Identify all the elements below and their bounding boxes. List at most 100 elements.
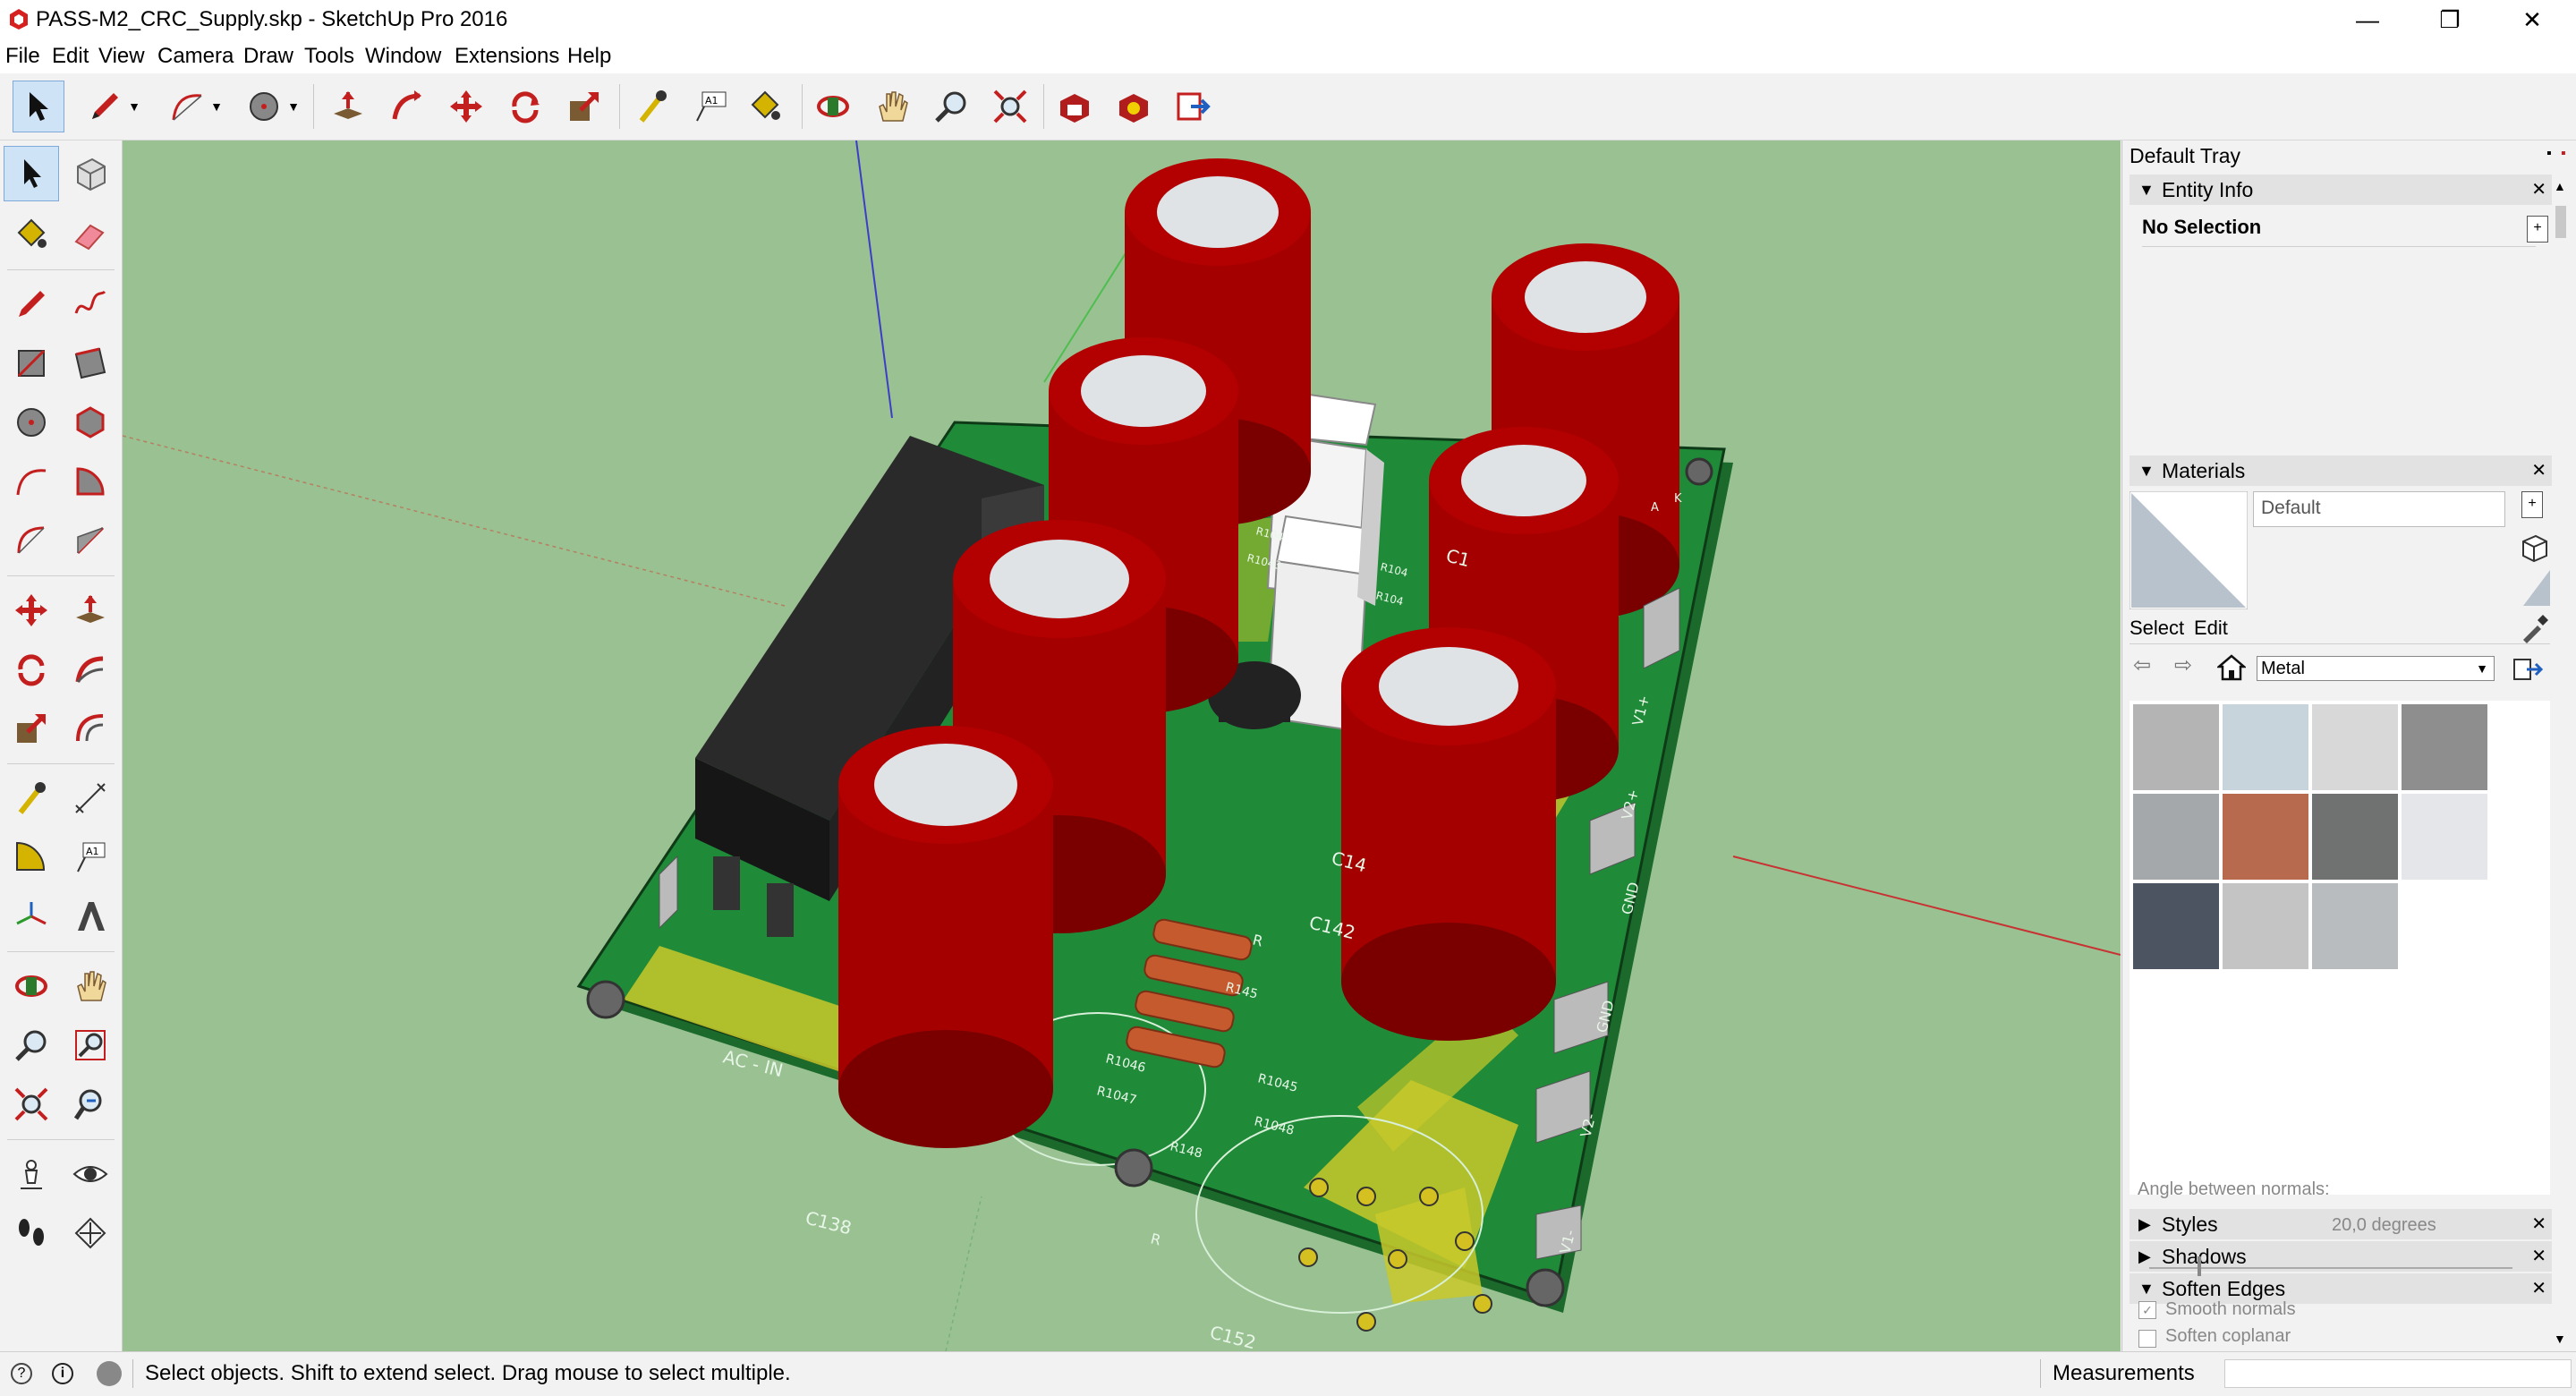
scale-tool-button[interactable] (4, 701, 59, 756)
freehand-tool-button[interactable] (63, 277, 118, 332)
orbit-tool-button[interactable] (807, 81, 859, 132)
line-tool-button[interactable] (4, 277, 59, 332)
angle-slider-thumb[interactable] (2198, 1256, 2201, 1276)
3d-warehouse-button[interactable] (1049, 81, 1101, 132)
menu-help[interactable]: Help (567, 43, 611, 70)
select-tool-button[interactable] (13, 81, 64, 132)
dimension-tool-button[interactable] (63, 770, 118, 826)
axes-tool-button[interactable] (4, 889, 59, 944)
material-swatch[interactable] (2223, 704, 2308, 790)
measurements-input[interactable] (2224, 1359, 2572, 1388)
component-tool-button[interactable] (63, 146, 118, 201)
look-around-tool-button[interactable] (63, 1146, 118, 1202)
material-swatch[interactable] (2223, 794, 2308, 880)
details-button[interactable]: + (2527, 216, 2548, 243)
menu-edit[interactable]: Edit (52, 43, 89, 70)
material-swatch[interactable] (2312, 883, 2398, 969)
geo-location-icon[interactable]: ? (11, 1363, 32, 1384)
circle-tool-button[interactable] (4, 395, 59, 450)
follow-me-tool-button[interactable] (381, 81, 433, 132)
paint-bucket-tool-button[interactable] (4, 207, 59, 262)
smooth-normals-checkbox[interactable]: ✓ (2138, 1301, 2156, 1319)
scroll-down-icon[interactable]: ▼ (2554, 1332, 2566, 1346)
minimize-button[interactable]: — (2326, 0, 2409, 39)
text-tool-button[interactable]: A1 (63, 830, 118, 885)
scroll-up-icon[interactable]: ▲ (2554, 179, 2566, 193)
rectangle-tool-button[interactable] (4, 336, 59, 391)
menu-extensions[interactable]: Extensions (455, 43, 559, 70)
back-button[interactable]: ⇦ (2133, 652, 2151, 678)
model-viewport[interactable]: AC - IN C138 C152 C142 C14 C1 R145 R1046… (123, 140, 2121, 1351)
close-icon[interactable]: ✕ (2531, 1241, 2546, 1272)
materials-tab-select[interactable]: Select (2130, 617, 2184, 640)
scale-tool-button[interactable] (558, 81, 610, 132)
forward-button[interactable]: ⇨ (2174, 652, 2192, 678)
two-point-arc-tool-button[interactable] (4, 513, 59, 568)
close-button[interactable]: ✕ (2491, 0, 2573, 39)
rotated-rectangle-tool-button[interactable] (63, 336, 118, 391)
material-swatch[interactable] (2133, 704, 2219, 790)
restore-button[interactable]: ❐ (2409, 0, 2491, 39)
close-icon[interactable]: ✕ (2531, 1273, 2546, 1304)
text-tool-button[interactable]: A1 (685, 81, 737, 132)
circle-dropdown[interactable]: ▼ (285, 81, 302, 132)
eraser-tool-button[interactable] (63, 207, 118, 262)
pan-tool-button[interactable] (63, 958, 118, 1014)
protractor-tool-button[interactable] (4, 830, 59, 885)
scroll-thumb[interactable] (2555, 206, 2566, 238)
entity-info-header[interactable]: ▼ Entity Info ✕ (2130, 174, 2552, 205)
menu-tools[interactable]: Tools (304, 43, 354, 70)
move-tool-button[interactable] (440, 81, 492, 132)
tray-scrollbar[interactable]: ▲ ▼ (2552, 179, 2570, 1346)
zoom-window-tool-button[interactable] (63, 1017, 118, 1073)
rotate-tool-button[interactable] (499, 81, 551, 132)
menu-camera[interactable]: Camera (157, 43, 234, 70)
follow-me-tool-button[interactable] (63, 642, 118, 697)
close-icon[interactable]: ✕ (2531, 1209, 2546, 1239)
material-swatch[interactable] (2223, 883, 2308, 969)
details-arrow-icon[interactable] (2512, 656, 2543, 683)
credits-icon[interactable]: i (52, 1363, 73, 1384)
pencil-dropdown[interactable]: ▼ (125, 81, 143, 132)
circle-tool-button[interactable] (238, 81, 290, 132)
eyedropper-icon[interactable] (2520, 613, 2550, 643)
zoom-extents-tool-button[interactable] (4, 1077, 59, 1132)
angle-slider-track[interactable] (2149, 1267, 2512, 1269)
walk-tool-button[interactable] (4, 1205, 59, 1261)
push-pull-tool-button[interactable] (63, 583, 118, 638)
zoom-tool-button[interactable] (925, 81, 977, 132)
material-swatch[interactable] (2133, 883, 2219, 969)
zoom-tool-button[interactable] (4, 1017, 59, 1073)
push-pull-tool-button[interactable] (322, 81, 374, 132)
material-name-field[interactable]: Default (2253, 491, 2505, 527)
soften-coplanar-checkbox[interactable] (2138, 1330, 2156, 1348)
arc-tool-button[interactable] (4, 454, 59, 509)
materials-tab-edit[interactable]: Edit (2194, 617, 2228, 640)
send-to-layout-button[interactable] (1167, 81, 1219, 132)
material-swatch[interactable] (2402, 794, 2487, 880)
tray-pin-icon[interactable]: ▪ (2546, 146, 2552, 162)
select-tool-button[interactable] (4, 146, 59, 201)
create-material-button[interactable]: + (2521, 491, 2543, 518)
position-camera-tool-button[interactable] (4, 1146, 59, 1202)
default-material-swatch[interactable] (2521, 568, 2552, 608)
menu-file[interactable]: File (5, 43, 40, 70)
material-swatch[interactable] (2312, 704, 2398, 790)
tape-measure-tool-button[interactable] (4, 770, 59, 826)
menu-view[interactable]: View (98, 43, 145, 70)
arc-tool-button[interactable] (161, 81, 213, 132)
home-icon[interactable] (2217, 654, 2246, 681)
offset-tool-button[interactable] (63, 701, 118, 756)
material-library-select[interactable]: Metal ▼ (2257, 656, 2495, 681)
pie-tool-button[interactable] (63, 454, 118, 509)
tape-measure-tool-button[interactable] (626, 81, 678, 132)
material-swatch[interactable] (2133, 794, 2219, 880)
arc-dropdown[interactable]: ▼ (208, 81, 225, 132)
user-account-icon[interactable] (97, 1361, 122, 1386)
three-point-arc-tool-button[interactable] (63, 513, 118, 568)
move-tool-button[interactable] (4, 583, 59, 638)
materials-header[interactable]: ▼ Materials ✕ (2130, 455, 2552, 486)
close-icon[interactable]: ✕ (2531, 174, 2546, 205)
menu-window[interactable]: Window (365, 43, 441, 70)
paint-bucket-tool-button[interactable] (739, 81, 791, 132)
